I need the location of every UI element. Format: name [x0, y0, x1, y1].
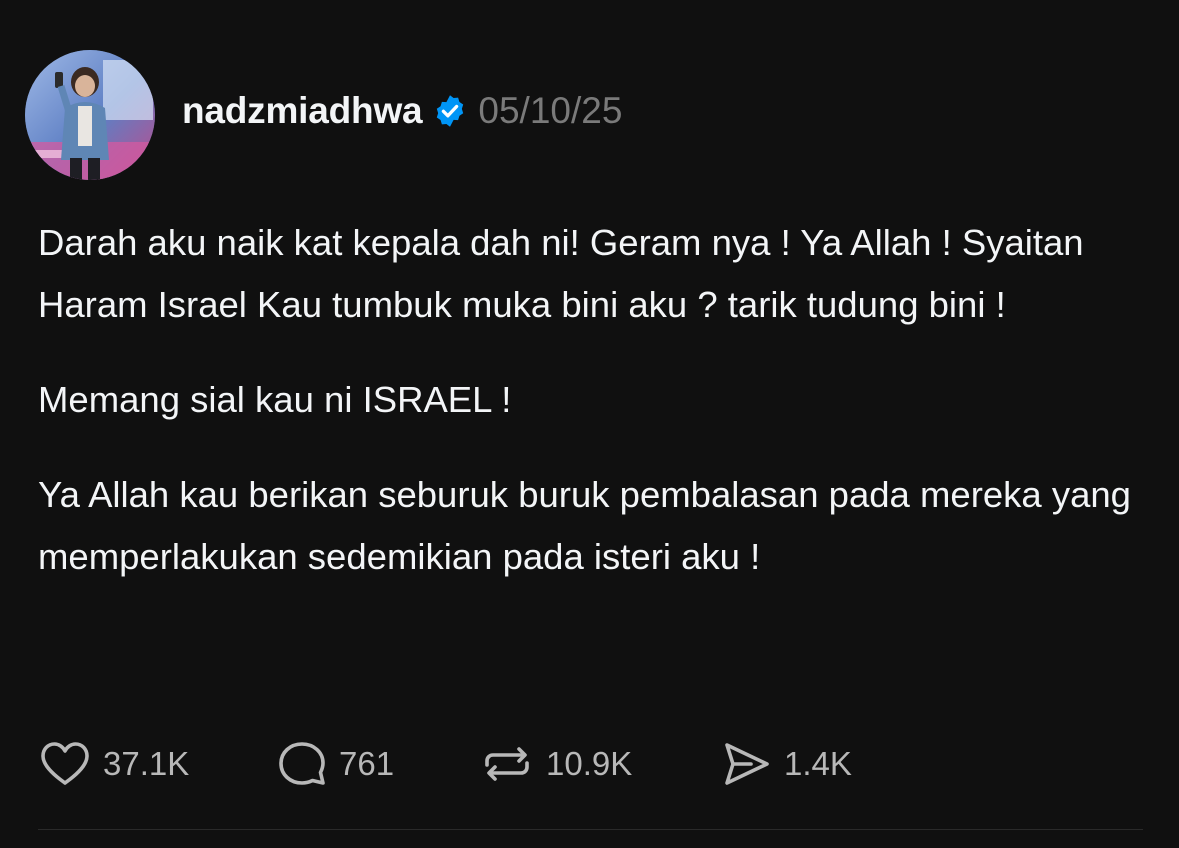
reply-count: 761	[339, 745, 395, 782]
post-body: Darah aku naik kat kepala dah ni! Geram …	[38, 212, 1153, 588]
share-count: 1.4K	[784, 745, 852, 782]
username[interactable]: nadzmiadhwa	[182, 90, 423, 132]
reply-button[interactable]: 761	[276, 739, 479, 789]
repost-count: 10.9K	[546, 745, 633, 782]
action-bar: 37.1K 761 10.9K 1.4K	[38, 738, 852, 790]
repost-button[interactable]: 10.9K	[479, 739, 721, 789]
post-timestamp: 05/10/25	[478, 90, 623, 131]
heart-icon	[38, 740, 92, 788]
avatar[interactable]	[25, 50, 155, 180]
post-paragraph: Darah aku naik kat kepala dah ni! Geram …	[38, 222, 1084, 325]
share-button[interactable]: 1.4K	[721, 739, 852, 789]
post-paragraph: Memang sial kau ni ISRAEL !	[38, 379, 512, 420]
repost-arrows-icon	[479, 739, 535, 789]
post-header: nadzmiadhwa 05/10/25	[182, 88, 622, 134]
speech-bubble-icon	[276, 739, 328, 789]
verified-badge-icon	[432, 93, 468, 129]
like-count: 37.1K	[103, 745, 190, 782]
paper-plane-icon	[721, 739, 773, 789]
avatar-photo	[25, 50, 155, 180]
post: nadzmiadhwa 05/10/25 Darah aku naik kat …	[0, 0, 1179, 848]
post-paragraph: Ya Allah kau berikan seburuk buruk pemba…	[38, 474, 1131, 577]
divider	[38, 829, 1143, 830]
like-button[interactable]: 37.1K	[38, 740, 276, 788]
